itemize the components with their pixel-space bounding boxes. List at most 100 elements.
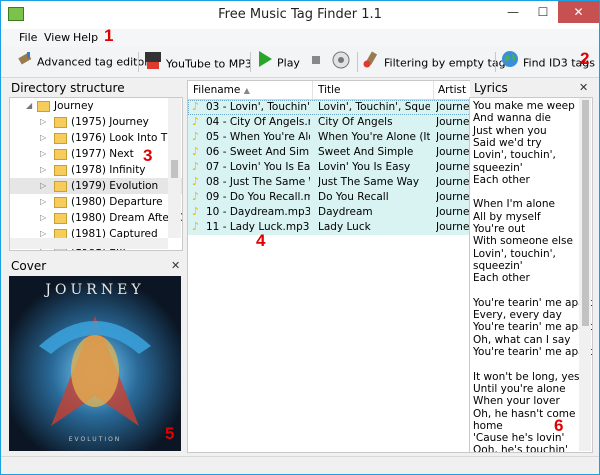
tree-item[interactable]: ▷ (1980) Dream After Dre — [10, 210, 182, 226]
music-file-icon: ♪ — [192, 205, 200, 218]
expand-icon[interactable]: ▷ — [40, 194, 48, 210]
stop-icon — [311, 50, 321, 74]
tree-vertical-scrollbar[interactable] — [168, 98, 181, 238]
tree-item[interactable]: ▷ (1980) Departure — [10, 194, 182, 210]
music-file-icon: ♪ — [192, 130, 200, 143]
toolbar: Advanced tag editor YouTube to MP3 Play — [1, 47, 599, 78]
lyrics-line: Oh, what can I say — [473, 333, 571, 346]
expand-icon[interactable]: ▷ — [40, 146, 48, 162]
lyrics-line: squeezin' — [473, 259, 523, 272]
tree-item-selected[interactable]: ▷ (1979) Evolution — [10, 178, 182, 194]
directory-tree[interactable]: ◢ Journey ▷ (1975) Journey ▷ (1976) Look… — [9, 97, 183, 251]
lyrics-line: Each other — [473, 173, 530, 186]
cover-close-icon[interactable]: ✕ — [171, 259, 180, 272]
folder-icon — [54, 165, 67, 176]
lyrics-line: It won't be long, yes — [473, 370, 580, 383]
menu-view[interactable]: View — [44, 31, 70, 44]
lyrics-line: You're tearin' me apart — [473, 296, 593, 309]
tag-editor-icon — [17, 50, 33, 75]
play-icon — [257, 50, 273, 77]
lyrics-line: Ooh, he's touchin' — [473, 444, 568, 453]
lyrics-line: And wanna die — [473, 112, 551, 125]
close-button[interactable]: ✕ — [558, 1, 599, 23]
volume-button[interactable] — [331, 50, 355, 74]
column-filename[interactable]: Filename ▲ — [188, 81, 313, 99]
app-window: Free Music Tag Finder 1.1 — ☐ ✕ File Vie… — [0, 0, 600, 475]
music-file-icon: ♪ — [192, 175, 200, 188]
lyrics-line: When I'm alone — [473, 198, 555, 211]
table-row-focused[interactable]: ♪ 03 - Lovin', Touchin', S... Lovin', To… — [188, 100, 471, 115]
advanced-tag-editor-button[interactable]: Advanced tag editor — [17, 50, 149, 74]
expand-icon[interactable]: ▷ — [40, 162, 48, 178]
table-row[interactable]: ♪ 05 - When You're Alone... When You're … — [188, 130, 471, 145]
expand-icon[interactable]: ▷ — [40, 130, 48, 146]
scroll-thumb[interactable] — [171, 160, 178, 178]
column-title[interactable]: Title — [313, 81, 434, 99]
music-file-icon: ♪ — [192, 220, 200, 233]
music-file-icon: ♪ — [192, 100, 200, 113]
lyrics-line: squeezin' — [473, 161, 523, 174]
file-list[interactable]: Filename ▲ Title Artist ♪ 03 - Lovin', T… — [187, 80, 472, 453]
tree-horizontal-scrollbar[interactable] — [10, 238, 168, 249]
music-file-icon: ♪ — [192, 190, 200, 203]
play-button[interactable]: Play — [257, 50, 300, 74]
tree-item[interactable]: ◢ Journey — [10, 98, 182, 114]
lyrics-line: Every, every day — [473, 309, 562, 322]
column-artist[interactable]: Artist — [433, 81, 471, 99]
cover-art-subtitle: EVOLUTION — [68, 436, 122, 443]
maximize-button[interactable]: ☐ — [528, 1, 558, 23]
expand-icon[interactable]: ▷ — [40, 114, 48, 130]
lyrics-line: home — [473, 419, 503, 432]
folder-icon — [54, 197, 67, 208]
lyrics-line: With someone else — [473, 235, 573, 248]
globe-icon — [501, 50, 519, 77]
toolbar-separator — [357, 52, 358, 72]
table-row[interactable]: ♪ 11 - Lady Luck.mp3 Lady Luck Journey — [188, 220, 471, 235]
lyrics-scrollbar[interactable] — [579, 98, 591, 451]
lyrics-line: You make me weep — [473, 100, 575, 112]
scroll-thumb[interactable] — [582, 100, 589, 326]
table-row[interactable]: ♪ 04 - City Of Angels.mp3 City Of Angels… — [188, 115, 471, 130]
youtube-mp3-icon — [144, 50, 162, 79]
marker-6: 6 — [554, 416, 564, 435]
marker-2: 2 — [580, 49, 590, 68]
table-row[interactable]: ♪ 08 - Just The Same Wa... Just The Same… — [188, 175, 471, 190]
tree-item[interactable]: ▷ (1975) Journey — [10, 114, 182, 130]
folder-icon — [54, 213, 67, 224]
filtering-empty-tags-button[interactable]: Filtering by empty tags — [362, 50, 511, 74]
table-row[interactable]: ♪ 06 - Sweet And Simple.... Sweet And Si… — [188, 145, 471, 160]
menu-file[interactable]: File — [19, 31, 37, 44]
tree-item[interactable]: ▷ (1976) Look Into The Fu — [10, 130, 182, 146]
youtube-to-mp3-label: YouTube to MP3 — [166, 57, 252, 71]
cover-art-title: JOURNEY — [45, 282, 145, 298]
youtube-to-mp3-button[interactable]: YouTube to MP3 — [144, 50, 252, 74]
table-row[interactable]: ♪ 10 - Daydream.mp3 Daydream Journey — [188, 205, 471, 220]
toolbar-separator — [138, 52, 139, 72]
table-row[interactable]: ♪ 07 - Lovin' You Is Easy.... Lovin' You… — [188, 160, 471, 175]
lyrics-close-icon[interactable]: ✕ — [579, 81, 588, 94]
lyrics-line: 'Cause he's lovin' — [473, 432, 565, 445]
minimize-button[interactable]: — — [498, 1, 528, 23]
lyrics-line: All by myself — [473, 210, 541, 223]
menu-help[interactable]: Help — [73, 31, 98, 44]
stop-button[interactable] — [311, 50, 325, 74]
collapse-icon[interactable]: ◢ — [26, 98, 34, 114]
tree-item[interactable]: ▷ (1977) Next — [10, 146, 182, 162]
music-file-icon: ♪ — [192, 115, 200, 128]
advanced-tag-editor-label: Advanced tag editor — [37, 55, 149, 69]
lyrics-panel[interactable]: You make me weep And wanna die Just when y… — [469, 97, 593, 453]
expand-icon[interactable]: ▷ — [40, 210, 48, 226]
marker-1: 1 — [104, 26, 114, 45]
menu-bar: File View Help 1 — [1, 26, 599, 47]
music-file-icon: ♪ — [192, 145, 200, 158]
lyrics-line: Lovin', touchin', — [473, 247, 556, 260]
filter-icon — [362, 50, 380, 77]
tree-item[interactable]: ▷ (1978) Infinity — [10, 162, 182, 178]
marker-5: 5 — [165, 424, 175, 443]
file-list-header: Filename ▲ Title Artist — [188, 81, 471, 100]
table-row[interactable]: ♪ 09 - Do You Recall.mp3 Do You Recall J… — [188, 190, 471, 205]
music-file-icon: ♪ — [192, 160, 200, 173]
folder-icon — [37, 101, 50, 112]
marker-3: 3 — [143, 146, 153, 165]
expand-icon[interactable]: ▷ — [40, 178, 48, 194]
